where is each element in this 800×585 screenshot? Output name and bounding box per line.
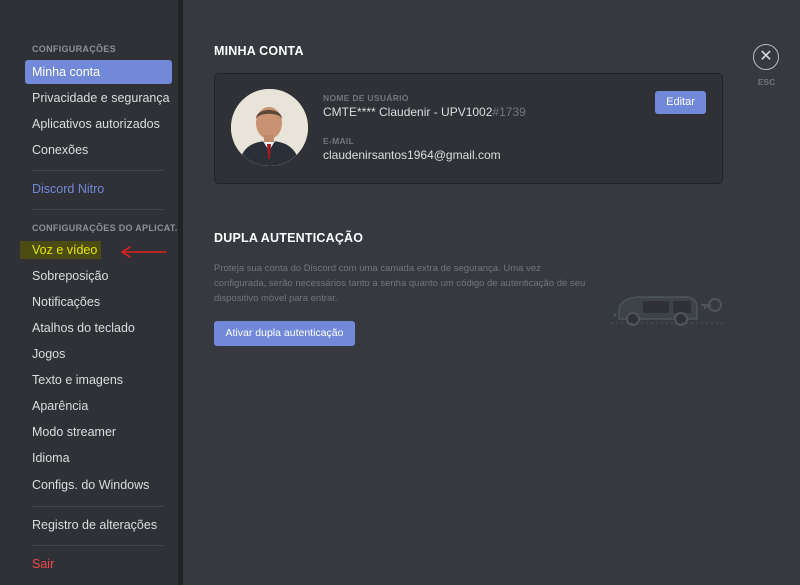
twofa-illustration-icon (611, 296, 723, 326)
sidebar-item-games[interactable]: Jogos (25, 342, 172, 366)
sidebar-item-logout[interactable]: Sair (25, 552, 172, 576)
page-title: MINHA CONTA (214, 44, 304, 58)
sidebar-item-notifications[interactable]: Notificações (25, 290, 172, 314)
twofa-title: DUPLA AUTENTICAÇÃO (214, 231, 364, 245)
username-label: NOME DE USUÁRIO (323, 93, 409, 103)
sidebar-item-language[interactable]: Idioma (25, 446, 172, 470)
esc-label: ESC (757, 77, 776, 87)
edit-button[interactable]: Editar (655, 91, 706, 114)
close-icon: ✕ (759, 48, 773, 65)
sidebar-item-my-account[interactable]: Minha conta (25, 60, 172, 84)
section-header-app-settings: CONFIGURAÇÕES DO APLICAT... (32, 223, 184, 233)
username-value: CMTE**** Claudenir - UPV1002#1739 (323, 105, 526, 119)
sidebar-item-label: Voz e vídeo (20, 241, 102, 259)
section-header-user-settings: CONFIGURAÇÕES (32, 44, 116, 54)
sidebar-item-streamer-mode[interactable]: Modo streamer (25, 420, 172, 444)
sidebar-divider (32, 545, 164, 546)
settings-sidebar: CONFIGURAÇÕES Minha conta Privacidade e … (0, 0, 184, 585)
sidebar-item-appearance[interactable]: Aparência (25, 394, 172, 418)
sidebar-divider (32, 209, 164, 210)
sidebar-item-connections[interactable]: Conexões (25, 138, 172, 162)
email-value: claudenirsantos1964@gmail.com (323, 148, 501, 162)
email-label: E-MAIL (323, 136, 355, 146)
sidebar-item-windows-settings[interactable]: Configs. do Windows (25, 473, 172, 497)
discriminator: #1739 (492, 105, 526, 119)
sidebar-item-text-images[interactable]: Texto e imagens (25, 368, 172, 392)
close-button[interactable]: ✕ (753, 44, 779, 70)
avatar-photo-icon (231, 89, 308, 166)
sidebar-divider (32, 170, 164, 171)
sidebar-divider (32, 506, 164, 507)
username-text: CMTE**** Claudenir - UPV1002 (323, 105, 493, 119)
enable-2fa-button[interactable]: Ativar dupla autenticação (214, 321, 355, 346)
sidebar-item-discord-nitro[interactable]: Discord Nitro (25, 177, 172, 201)
sidebar-item-keybinds[interactable]: Atalhos do teclado (25, 316, 172, 340)
settings-content: MINHA CONTA NOME DE USUÁRIO CMTE**** Cla… (183, 0, 800, 585)
account-card: NOME DE USUÁRIO CMTE**** Claudenir - UPV… (214, 73, 723, 184)
sidebar-item-overlay[interactable]: Sobreposição (25, 264, 172, 288)
sidebar-item-changelog[interactable]: Registro de alterações (25, 513, 172, 537)
sidebar-item-privacy-safety[interactable]: Privacidade e segurança (25, 86, 172, 110)
avatar[interactable] (231, 89, 308, 166)
twofa-description: Proteja sua conta do Discord com uma cam… (214, 263, 586, 304)
annotation-arrow-icon (121, 246, 167, 258)
sidebar-item-authorized-apps[interactable]: Aplicativos autorizados (25, 112, 172, 136)
